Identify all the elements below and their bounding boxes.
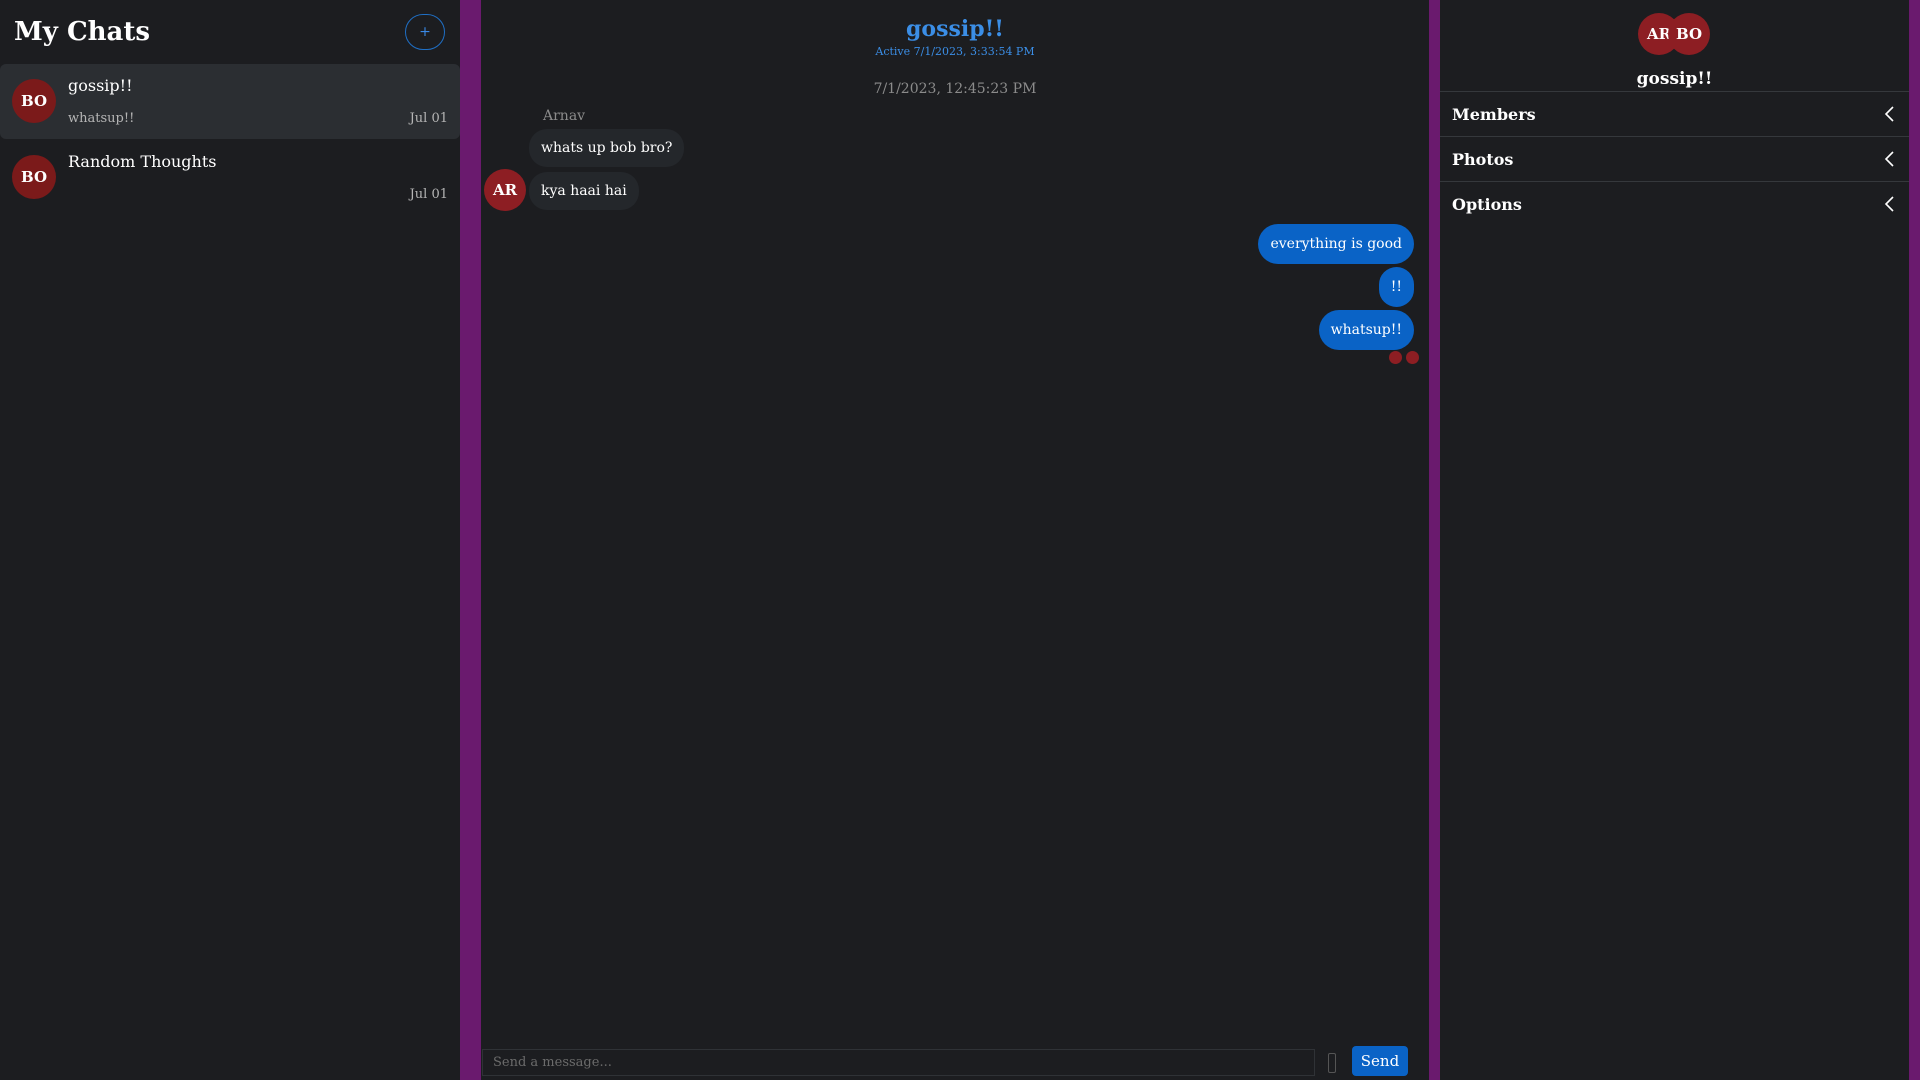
members-section-toggle[interactable]: Members xyxy=(1440,91,1909,136)
chat-list-item[interactable]: BO gossip!! whatsup!! Jul 01 xyxy=(0,64,460,139)
sender-name: Arnav xyxy=(543,108,586,124)
attach-icon[interactable] xyxy=(1328,1053,1336,1073)
section-label: Members xyxy=(1452,104,1536,124)
outgoing-message: !! xyxy=(1378,267,1414,307)
details-scrollbar[interactable] xyxy=(1909,0,1920,1080)
conversation-title: gossip!! xyxy=(906,16,1004,42)
conversation-panel: gossip!! Active 7/1/2023, 3:33:54 PM 7/1… xyxy=(481,0,1429,1080)
panel-divider-right xyxy=(1429,0,1440,1080)
send-button[interactable]: Send xyxy=(1352,1046,1408,1076)
read-receipt-avatar xyxy=(1406,351,1419,364)
chevron-left-icon xyxy=(1883,195,1895,213)
chat-date: Jul 01 xyxy=(409,111,448,126)
outgoing-message: everything is good xyxy=(1258,224,1414,264)
section-label: Options xyxy=(1452,194,1522,214)
chevron-left-icon xyxy=(1883,105,1895,123)
avatar: BO xyxy=(12,155,56,199)
panel-divider-left xyxy=(460,0,481,1080)
chevron-left-icon xyxy=(1883,150,1895,168)
avatar: BO xyxy=(12,79,56,123)
chat-name: gossip!! xyxy=(68,76,133,95)
chat-details-panel: AR BO gossip!! Members Photos Options xyxy=(1440,0,1909,1080)
chat-list-item[interactable]: BO Random Thoughts Jul 01 xyxy=(0,140,460,215)
chat-list-header: My Chats + xyxy=(0,0,460,64)
avatar: BO xyxy=(1668,13,1710,55)
avatar: AR xyxy=(484,169,526,211)
message-timestamp: 7/1/2023, 12:45:23 PM xyxy=(873,81,1037,97)
options-section-toggle[interactable]: Options xyxy=(1440,181,1909,226)
chat-app: My Chats + BO gossip!! whatsup!! Jul 01 … xyxy=(0,0,1920,1080)
read-receipt-avatar xyxy=(1389,351,1402,364)
chat-date: Jul 01 xyxy=(409,187,448,202)
chat-list-title: My Chats xyxy=(14,17,151,47)
message-composer: Send xyxy=(481,1046,1429,1077)
chat-list-panel: My Chats + BO gossip!! whatsup!! Jul 01 … xyxy=(0,0,460,1080)
conversation-status: Active 7/1/2023, 3:33:54 PM xyxy=(875,45,1035,58)
group-name: gossip!! xyxy=(1636,69,1713,89)
incoming-message: whats up bob bro? xyxy=(529,129,685,167)
outgoing-message: whatsup!! xyxy=(1318,310,1414,350)
section-label: Photos xyxy=(1452,149,1514,169)
new-chat-button[interactable]: + xyxy=(405,14,445,50)
photos-section-toggle[interactable]: Photos xyxy=(1440,136,1909,181)
incoming-message: kya haai hai xyxy=(529,172,639,210)
chat-preview: whatsup!! xyxy=(68,111,135,126)
chat-name: Random Thoughts xyxy=(68,152,217,171)
message-input[interactable] xyxy=(482,1049,1315,1076)
